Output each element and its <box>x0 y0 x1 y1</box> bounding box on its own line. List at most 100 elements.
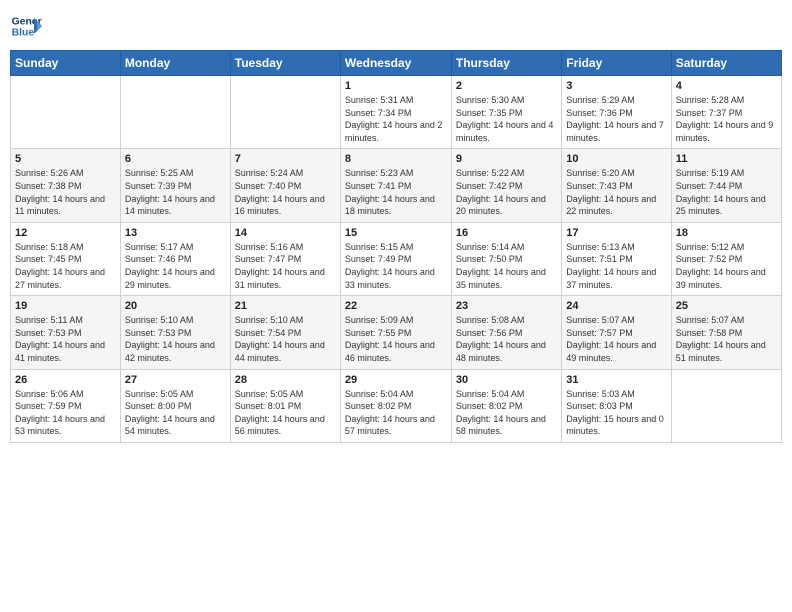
calendar-cell: 17Sunrise: 5:13 AMSunset: 7:51 PMDayligh… <box>562 222 671 295</box>
day-number: 25 <box>676 300 777 312</box>
calendar-cell: 12 Sunrise: 5:18 AMSunset: 7:45 PMDayligh… <box>11 222 121 295</box>
day-info: Sunrise: 5:08 AMSunset: 7:56 PMDaylight:… <box>456 314 557 364</box>
day-number: 12 <box>15 227 116 239</box>
day-info: Sunrise: 5:10 AMSunset: 7:53 PMDaylight:… <box>125 314 226 364</box>
day-number: 23 <box>456 300 557 312</box>
day-number: 17 <box>566 227 666 239</box>
day-info: Sunrise: 5:15 AMSunset: 7:49 PMDaylight:… <box>345 241 447 291</box>
calendar-cell: 20 Sunrise: 5:10 AMSunset: 7:53 PMDayligh… <box>120 296 230 369</box>
day-info: Sunrise: 5:11 AMSunset: 7:53 PMDaylight:… <box>15 314 116 364</box>
calendar-cell: 26 Sunrise: 5:06 AMSunset: 7:59 PMDayligh… <box>11 369 121 442</box>
day-info: Sunrise: 5:16 AMSunset: 7:47 PMDaylight:… <box>235 241 336 291</box>
day-info: Sunrise: 5:14 AMSunset: 7:50 PMDaylight:… <box>456 241 557 291</box>
calendar-cell: 5Sunrise: 5:26 AMSunset: 7:38 PMDaylight… <box>11 149 121 222</box>
calendar-cell: 18 Sunrise: 5:12 AMSunset: 7:52 PMDayligh… <box>671 222 781 295</box>
calendar-table: SundayMondayTuesdayWednesdayThursdayFrid… <box>10 50 782 443</box>
calendar-cell: 31Sunrise: 5:03 AMSunset: 8:03 PMDayligh… <box>562 369 671 442</box>
calendar-cell: 15Sunrise: 5:15 AMSunset: 7:49 PMDayligh… <box>340 222 451 295</box>
day-info: Sunrise: 5:07 AMSunset: 7:57 PMDaylight:… <box>566 314 666 364</box>
calendar-cell: 14 Sunrise: 5:16 AMSunset: 7:47 PMDayligh… <box>230 222 340 295</box>
day-number: 6 <box>125 153 226 165</box>
day-number: 19 <box>15 300 116 312</box>
day-info: Sunrise: 5:31 AMSunset: 7:34 PMDaylight:… <box>345 94 447 144</box>
day-info: Sunrise: 5:09 AMSunset: 7:55 PMDaylight:… <box>345 314 447 364</box>
day-info: Sunrise: 5:05 AMSunset: 8:01 PMDaylight:… <box>235 388 336 438</box>
calendar-cell: 11 Sunrise: 5:19 AMSunset: 7:44 PMDayligh… <box>671 149 781 222</box>
day-info: Sunrise: 5:19 AMSunset: 7:44 PMDaylight:… <box>676 167 777 217</box>
logo-icon: General Blue <box>10 10 42 42</box>
day-info: Sunrise: 5:05 AMSunset: 8:00 PMDaylight:… <box>125 388 226 438</box>
calendar-cell: 30 Sunrise: 5:04 AMSunset: 8:02 PMDayligh… <box>451 369 561 442</box>
weekday-header: Thursday <box>451 51 561 76</box>
calendar-cell: 3 Sunrise: 5:29 AMSunset: 7:36 PMDaylight… <box>562 76 671 149</box>
day-number: 22 <box>345 300 447 312</box>
logo: General Blue <box>10 10 42 42</box>
day-number: 30 <box>456 374 557 386</box>
calendar-cell: 10Sunrise: 5:20 AMSunset: 7:43 PMDayligh… <box>562 149 671 222</box>
day-number: 20 <box>125 300 226 312</box>
day-info: Sunrise: 5:06 AMSunset: 7:59 PMDaylight:… <box>15 388 116 438</box>
day-info: Sunrise: 5:25 AMSunset: 7:39 PMDaylight:… <box>125 167 226 217</box>
calendar-cell: 13 Sunrise: 5:17 AMSunset: 7:46 PMDayligh… <box>120 222 230 295</box>
calendar-cell <box>11 76 121 149</box>
calendar-cell <box>230 76 340 149</box>
day-info: Sunrise: 5:26 AMSunset: 7:38 PMDaylight:… <box>15 167 116 217</box>
calendar-page: General Blue SundayMondayTuesdayWednesda… <box>0 0 792 453</box>
day-info: Sunrise: 5:30 AMSunset: 7:35 PMDaylight:… <box>456 94 557 144</box>
calendar-cell: 29 Sunrise: 5:04 AMSunset: 8:02 PMDayligh… <box>340 369 451 442</box>
day-number: 29 <box>345 374 447 386</box>
day-number: 3 <box>566 80 666 92</box>
day-info: Sunrise: 5:22 AMSunset: 7:42 PMDaylight:… <box>456 167 557 217</box>
weekday-header: Monday <box>120 51 230 76</box>
weekday-header-row: SundayMondayTuesdayWednesdayThursdayFrid… <box>11 51 782 76</box>
day-number: 13 <box>125 227 226 239</box>
day-number: 26 <box>15 374 116 386</box>
day-number: 21 <box>235 300 336 312</box>
day-number: 27 <box>125 374 226 386</box>
day-number: 31 <box>566 374 666 386</box>
calendar-cell: 21 Sunrise: 5:10 AMSunset: 7:54 PMDayligh… <box>230 296 340 369</box>
day-number: 14 <box>235 227 336 239</box>
day-number: 8 <box>345 153 447 165</box>
day-number: 24 <box>566 300 666 312</box>
day-number: 11 <box>676 153 777 165</box>
calendar-week-row: 12 Sunrise: 5:18 AMSunset: 7:45 PMDayligh… <box>11 222 782 295</box>
day-number: 2 <box>456 80 557 92</box>
day-info: Sunrise: 5:17 AMSunset: 7:46 PMDaylight:… <box>125 241 226 291</box>
weekday-header: Wednesday <box>340 51 451 76</box>
calendar-cell: 1 Sunrise: 5:31 AMSunset: 7:34 PMDaylight… <box>340 76 451 149</box>
day-number: 9 <box>456 153 557 165</box>
calendar-cell: 7Sunrise: 5:24 AMSunset: 7:40 PMDaylight… <box>230 149 340 222</box>
calendar-week-row: 1 Sunrise: 5:31 AMSunset: 7:34 PMDaylight… <box>11 76 782 149</box>
day-number: 18 <box>676 227 777 239</box>
day-info: Sunrise: 5:18 AMSunset: 7:45 PMDaylight:… <box>15 241 116 291</box>
day-number: 16 <box>456 227 557 239</box>
calendar-cell: 8 Sunrise: 5:23 AMSunset: 7:41 PMDaylight… <box>340 149 451 222</box>
calendar-cell <box>120 76 230 149</box>
calendar-week-row: 19 Sunrise: 5:11 AMSunset: 7:53 PMDayligh… <box>11 296 782 369</box>
svg-text:Blue: Blue <box>12 28 35 39</box>
day-number: 1 <box>345 80 447 92</box>
day-number: 7 <box>235 153 336 165</box>
header: General Blue <box>10 10 782 42</box>
day-info: Sunrise: 5:29 AMSunset: 7:36 PMDaylight:… <box>566 94 666 144</box>
day-info: Sunrise: 5:28 AMSunset: 7:37 PMDaylight:… <box>676 94 777 144</box>
calendar-week-row: 5Sunrise: 5:26 AMSunset: 7:38 PMDaylight… <box>11 149 782 222</box>
day-info: Sunrise: 5:10 AMSunset: 7:54 PMDaylight:… <box>235 314 336 364</box>
calendar-cell: 23 Sunrise: 5:08 AMSunset: 7:56 PMDayligh… <box>451 296 561 369</box>
calendar-cell: 2 Sunrise: 5:30 AMSunset: 7:35 PMDaylight… <box>451 76 561 149</box>
calendar-cell: 27 Sunrise: 5:05 AMSunset: 8:00 PMDayligh… <box>120 369 230 442</box>
day-info: Sunrise: 5:12 AMSunset: 7:52 PMDaylight:… <box>676 241 777 291</box>
calendar-cell: 4 Sunrise: 5:28 AMSunset: 7:37 PMDaylight… <box>671 76 781 149</box>
calendar-cell <box>671 369 781 442</box>
day-number: 4 <box>676 80 777 92</box>
weekday-header: Friday <box>562 51 671 76</box>
day-info: Sunrise: 5:04 AMSunset: 8:02 PMDaylight:… <box>345 388 447 438</box>
day-info: Sunrise: 5:07 AMSunset: 7:58 PMDaylight:… <box>676 314 777 364</box>
day-info: Sunrise: 5:23 AMSunset: 7:41 PMDaylight:… <box>345 167 447 217</box>
day-info: Sunrise: 5:04 AMSunset: 8:02 PMDaylight:… <box>456 388 557 438</box>
calendar-cell: 19 Sunrise: 5:11 AMSunset: 7:53 PMDayligh… <box>11 296 121 369</box>
day-info: Sunrise: 5:20 AMSunset: 7:43 PMDaylight:… <box>566 167 666 217</box>
calendar-cell: 28Sunrise: 5:05 AMSunset: 8:01 PMDayligh… <box>230 369 340 442</box>
weekday-header: Tuesday <box>230 51 340 76</box>
